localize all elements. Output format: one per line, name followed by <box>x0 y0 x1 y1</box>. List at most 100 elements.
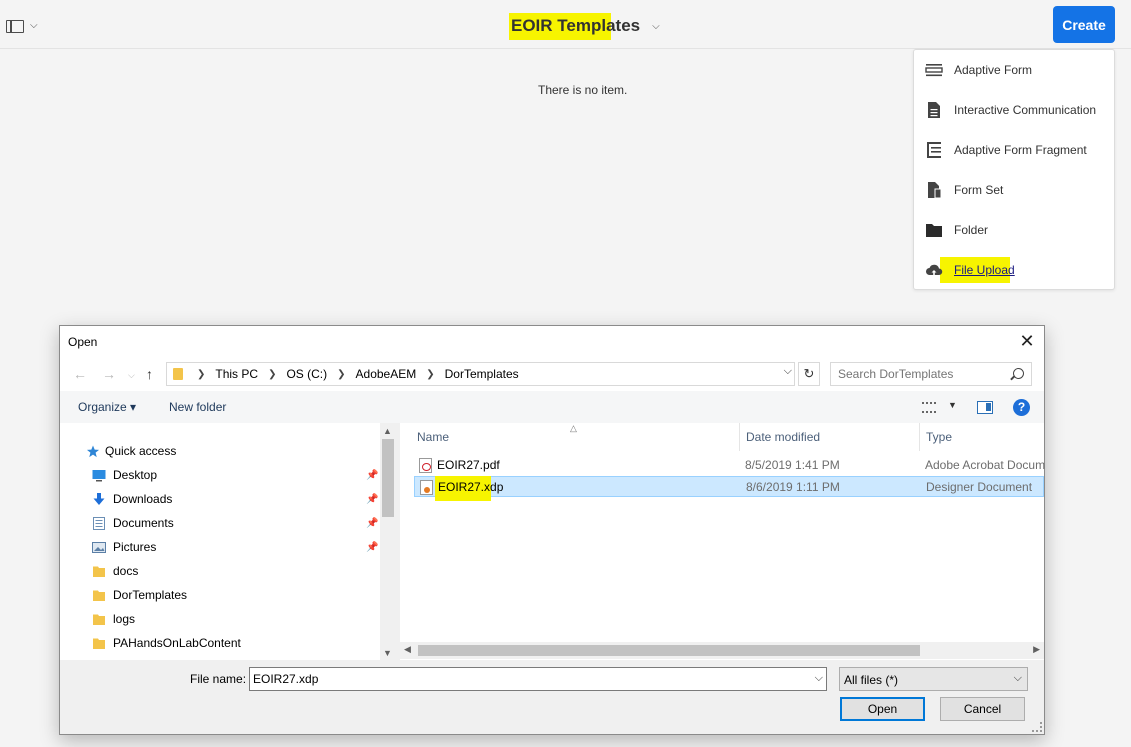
navigation-bar: ← → ⌵ ↑ ❯ This PC ❯ OS (C:) ❯ AdobeAEM ❯… <box>60 357 1044 391</box>
breadcrumb-separator-icon[interactable]: ❯ <box>197 369 205 380</box>
open-file-dialog: Open ✕ ← → ⌵ ↑ ❯ This PC ❯ OS (C:) ❯ Ado… <box>59 325 1045 735</box>
scroll-left-arrow-icon[interactable]: ◀ <box>404 644 411 655</box>
scrollbar-thumb[interactable] <box>418 645 920 656</box>
document-icon <box>928 102 940 118</box>
organize-button[interactable]: Organize ▾ <box>78 400 136 414</box>
breadcrumb-separator-icon[interactable]: ❯ <box>426 369 434 380</box>
chevron-down-icon: ⌵ <box>1013 672 1022 684</box>
folder-icon <box>93 638 105 649</box>
chevron-down-icon: ⌵ <box>652 20 660 32</box>
form-fragment-icon <box>927 142 941 158</box>
menu-item-file-upload[interactable]: File Upload <box>914 250 1114 290</box>
page-title: EOIR Templates <box>509 13 640 40</box>
chevron-down-icon: ▼ <box>948 400 957 410</box>
nav-item-downloads[interactable]: Downloads 📌 <box>60 487 380 511</box>
back-arrow-icon[interactable]: ← <box>73 366 87 382</box>
side-rail-icon <box>6 19 24 33</box>
search-input[interactable] <box>831 363 1006 385</box>
desktop-icon <box>92 469 106 481</box>
nav-item-pictures[interactable]: Pictures 📌 <box>60 535 380 559</box>
file-name-field[interactable]: ⌵ <box>249 667 827 691</box>
forward-arrow-icon[interactable]: → <box>102 366 116 382</box>
nav-item-documents[interactable]: Documents 📌 <box>60 511 380 535</box>
search-field[interactable] <box>830 362 1032 386</box>
star-icon <box>86 444 100 457</box>
file-list-horizontal-scrollbar[interactable]: ◀ ▶ <box>400 642 1044 659</box>
chevron-down-icon: ⌵ <box>30 20 38 31</box>
search-icon <box>1013 368 1024 379</box>
empty-message: There is no item. <box>538 83 628 97</box>
nav-item-desktop[interactable]: Desktop 📌 <box>60 463 380 487</box>
scroll-up-arrow-icon[interactable]: ▲ <box>383 426 392 436</box>
create-button[interactable]: Create <box>1053 6 1115 43</box>
folder-icon <box>93 590 105 601</box>
scroll-down-arrow-icon[interactable]: ▼ <box>383 648 392 658</box>
file-row-eoir27-xdp[interactable]: EOIR27.xdp 8/6/2019 1:11 PM Designer Doc… <box>414 476 1044 501</box>
column-header-name[interactable]: Name <box>411 423 740 451</box>
breadcrumb-dortemplates[interactable]: DorTemplates <box>445 367 519 381</box>
top-bar: ⌵ EOIR Templates ⌵ Create <box>0 0 1131 49</box>
resize-grip-icon[interactable] <box>1032 722 1042 732</box>
nav-item-pahandsonlabcontent[interactable]: PAHandsOnLabContent <box>60 631 380 655</box>
pin-icon[interactable]: 📌 <box>366 518 378 529</box>
nav-item-logs[interactable]: logs <box>60 607 380 631</box>
scroll-right-arrow-icon[interactable]: ▶ <box>1033 644 1040 655</box>
navigation-pane: Quick access Desktop 📌 Downloads 📌 Docum… <box>60 423 396 660</box>
nav-item-quick-access[interactable]: Quick access <box>60 439 380 463</box>
pin-icon[interactable]: 📌 <box>366 470 378 481</box>
pin-icon[interactable]: 📌 <box>366 494 378 505</box>
recent-locations-chevron-icon[interactable]: ⌵ <box>128 370 135 381</box>
address-bar[interactable]: ❯ This PC ❯ OS (C:) ❯ AdobeAEM ❯ DorTemp… <box>166 362 795 386</box>
folder-icon <box>93 566 105 577</box>
breadcrumb-separator-icon[interactable]: ❯ <box>268 369 276 380</box>
xdp-file-icon <box>420 480 433 495</box>
column-header-type[interactable]: Type <box>920 423 1044 451</box>
up-arrow-icon[interactable]: ↑ <box>146 366 153 382</box>
preview-pane-icon[interactable] <box>977 401 993 414</box>
help-icon[interactable]: ? <box>1013 399 1030 416</box>
chevron-down-icon[interactable]: ⌵ <box>784 365 792 378</box>
rail-toggle-button[interactable]: ⌵ <box>6 17 44 35</box>
menu-item-form-set[interactable]: Form Set <box>914 170 1114 210</box>
nav-pane-scrollbar[interactable]: ▲ ▼ <box>380 423 396 660</box>
refresh-button[interactable]: ↻ <box>798 362 820 386</box>
documents-icon <box>93 516 105 530</box>
folder-icon <box>926 224 942 237</box>
breadcrumb-os-drive[interactable]: OS (C:) <box>286 367 327 381</box>
dialog-title: Open <box>68 335 98 349</box>
folder-icon <box>93 614 105 625</box>
close-icon[interactable]: ✕ <box>1012 326 1042 357</box>
file-name-input[interactable] <box>250 668 805 690</box>
new-folder-button[interactable]: New folder <box>169 400 226 414</box>
menu-item-adaptive-form-fragment[interactable]: Adaptive Form Fragment <box>914 130 1114 170</box>
download-icon <box>93 492 105 505</box>
breadcrumb-separator-icon[interactable]: ❯ <box>337 369 345 380</box>
menu-item-folder[interactable]: Folder <box>914 210 1114 250</box>
pin-icon[interactable]: 📌 <box>366 542 378 553</box>
breadcrumb-adobeaem[interactable]: AdobeAEM <box>356 367 417 381</box>
file-row-eoir27-pdf[interactable]: EOIR27.pdf 8/5/2019 1:41 PM Adobe Acroba… <box>414 455 1045 476</box>
menu-item-interactive-communication[interactable]: Interactive Communication <box>914 90 1114 130</box>
create-menu: Adaptive Form Interactive Communication … <box>913 49 1115 290</box>
file-list: △ Name Date modified Type EOIR27.pdf 8/5… <box>400 423 1045 660</box>
open-button[interactable]: Open <box>840 697 925 721</box>
folder-title-dropdown[interactable]: EOIR Templates ⌵ <box>509 13 660 40</box>
command-bar: Organize ▾ New folder ▼ ? <box>60 391 1044 423</box>
nav-item-dortemplates[interactable]: DorTemplates <box>60 583 380 607</box>
details-view-icon <box>922 402 936 413</box>
dialog-title-bar: Open ✕ <box>60 326 1044 357</box>
breadcrumb-this-pc[interactable]: This PC <box>215 367 258 381</box>
file-name-label: File name: <box>190 672 247 686</box>
menu-item-adaptive-form[interactable]: Adaptive Form <box>914 50 1114 90</box>
scrollbar-thumb[interactable] <box>382 439 394 517</box>
file-type-filter-select[interactable]: All files (*) ⌵ <box>839 667 1028 691</box>
nav-item-docs[interactable]: docs <box>60 559 380 583</box>
cloud-upload-icon <box>926 264 943 276</box>
pictures-icon <box>92 541 106 553</box>
chevron-down-icon[interactable]: ⌵ <box>815 672 823 685</box>
cancel-button[interactable]: Cancel <box>940 697 1025 721</box>
folder-icon <box>173 368 183 380</box>
change-view-button[interactable]: ▼ <box>922 400 958 415</box>
pdf-file-icon <box>419 458 432 473</box>
column-header-date-modified[interactable]: Date modified <box>740 423 920 451</box>
